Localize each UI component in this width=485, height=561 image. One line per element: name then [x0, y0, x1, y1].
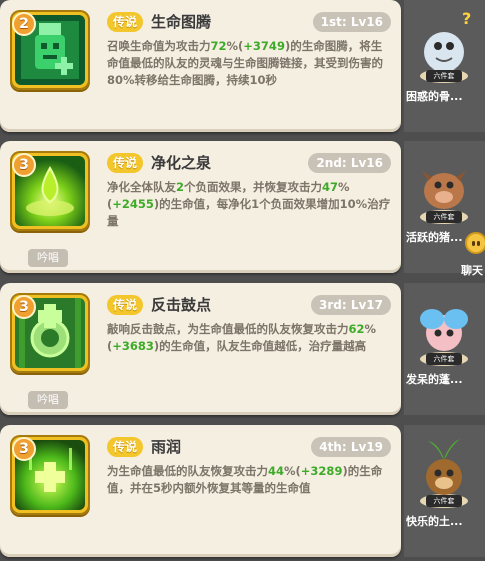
chant-tag: 吟唱	[28, 391, 68, 409]
desc-text: 净化全体队友	[107, 180, 176, 194]
level-badge: 2	[12, 12, 36, 36]
skill-card[interactable]: 3 传说 雨润 4th: Lv19 为生命值最低的队友恢复攻击力44%(+328…	[0, 425, 401, 557]
rarity-badge: 传说	[107, 295, 144, 315]
skill-name: 雨润	[151, 438, 182, 456]
highlight-value: 44	[268, 464, 285, 478]
pet-name: 发呆的蓬...	[406, 373, 463, 386]
pet-slot[interactable]: 六件套 发呆的蓬...	[404, 283, 485, 415]
skill-description: 为生命值最低的队友恢复攻击力44%(+3289)的生命值，并在5秒内额外恢复其等…	[107, 463, 393, 497]
highlight-value: +3289	[300, 464, 343, 478]
six-set-tag: 六件套	[426, 70, 462, 82]
skill-description: 召唤生命值为攻击力72%(+3749)的生命图腾，将生命值最低的队友的灵魂与生命…	[107, 38, 393, 89]
desc-text: 敲响反击鼓点，为生命值最低的队友恢复攻击力	[107, 322, 349, 336]
six-set-tag: 六件套	[426, 495, 462, 507]
slot-level-pill: 2nd: Lv16	[308, 153, 391, 173]
skill-description: 敲响反击鼓点，为生命值最低的队友恢复攻击力62%(+3683)的生命值，队友生命…	[107, 321, 393, 355]
rarity-badge: 传说	[107, 12, 144, 32]
highlight-value: +3683	[112, 339, 154, 353]
chat-emoji-icon[interactable]	[465, 232, 485, 254]
skill-name: 生命图腾	[151, 13, 212, 31]
pet-slot[interactable]: ? 六件套 困惑的骨...	[404, 0, 485, 132]
desc-text: 召唤生命值为攻击力	[107, 39, 211, 53]
chant-tag: 吟唱	[28, 249, 68, 267]
highlight-value: 2	[176, 180, 185, 194]
svg-text:?: ?	[462, 9, 471, 28]
rarity-badge: 传说	[107, 437, 144, 457]
level-badge: 3	[12, 295, 36, 319]
skill-card[interactable]: 2 传说 生命图腾 1st: Lv16 召唤生命值为攻击力72%(+3749)的…	[0, 0, 401, 132]
pet-name: 困惑的骨...	[406, 90, 463, 103]
pet-name: 快乐的土...	[406, 515, 463, 528]
highlight-value: 47	[322, 180, 339, 194]
skill-card[interactable]: 3 吟唱 传说 反击鼓点 3rd: Lv17 敲响反击鼓点，为生命值最低的队友恢…	[0, 283, 401, 415]
desc-text: )的生命值，队友生命值越低，治疗量越高	[153, 339, 367, 353]
highlight-value: +2455	[112, 197, 154, 211]
skill-description: 净化全体队友2个负面效果，并恢复攻击力47%(+2455)的生命值，每净化1个负…	[107, 179, 393, 230]
skill-name: 反击鼓点	[151, 296, 212, 314]
slot-level-pill: 4th: Lv19	[311, 437, 391, 457]
six-set-tag: 六件套	[426, 353, 462, 365]
desc-text: %(	[284, 464, 301, 478]
slot-level-pill: 1st: Lv16	[312, 12, 391, 32]
rarity-badge: 传说	[107, 153, 144, 173]
chat-button-label[interactable]: 聊天	[461, 262, 483, 278]
level-badge: 3	[12, 437, 36, 461]
desc-text: %(	[226, 39, 244, 53]
skill-name: 净化之泉	[151, 154, 212, 172]
skill-card[interactable]: 3 吟唱 传说 净化之泉 2nd: Lv16 净化全体队友2个负面效果，并恢复攻…	[0, 141, 401, 273]
highlight-value: 62	[348, 322, 365, 336]
highlight-value: +3749	[243, 39, 285, 53]
pet-slot[interactable]: 六件套 快乐的土...	[404, 425, 485, 557]
slot-level-pill: 3rd: Lv17	[310, 295, 391, 315]
desc-text: 个负面效果，并恢复攻击力	[184, 180, 323, 194]
skill-icon-frame[interactable]: 3	[10, 293, 90, 373]
highlight-value: 72	[210, 39, 227, 53]
skill-icon-frame[interactable]: 2	[10, 10, 90, 90]
six-set-tag: 六件套	[426, 211, 462, 223]
level-badge: 3	[12, 153, 36, 177]
skill-icon-frame[interactable]: 3	[10, 151, 90, 231]
desc-text: 为生命值最低的队友恢复攻击力	[107, 464, 268, 478]
skill-icon-frame[interactable]: 3	[10, 435, 90, 515]
